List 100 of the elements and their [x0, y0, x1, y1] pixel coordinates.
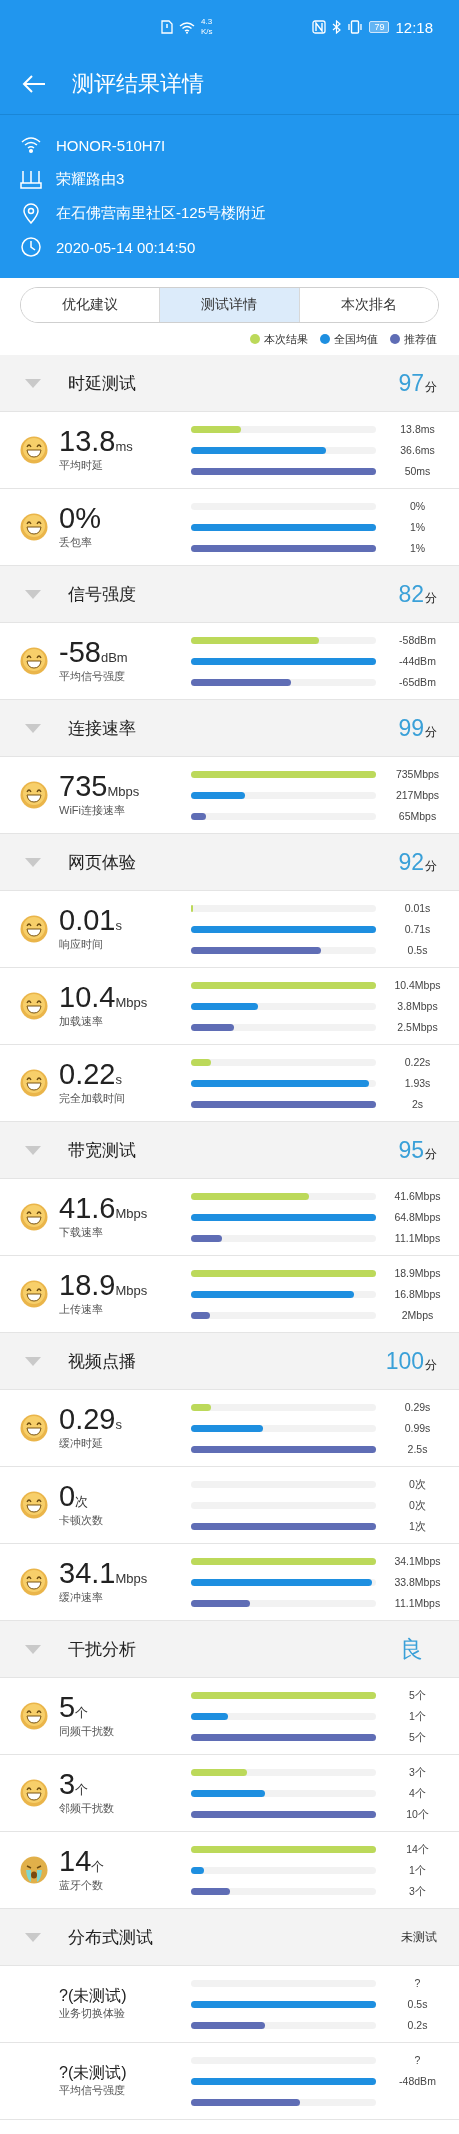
- metric-value: 735: [59, 772, 108, 801]
- back-button[interactable]: [22, 74, 46, 94]
- info-text: 2020-05-14 00:14:50: [56, 238, 196, 256]
- bar-reading: 50ms: [404, 463, 431, 479]
- metric-value: 3: [59, 1770, 76, 1799]
- bar-reading: 11.1Mbps: [394, 1230, 441, 1246]
- clock-icon: [20, 236, 42, 258]
- collapse-triangle-icon[interactable]: [25, 1356, 41, 1366]
- bar-reading: 5个: [409, 1729, 426, 1745]
- bar-reading: 18.9Mbps: [394, 1265, 441, 1281]
- bar-reading: -65dBm: [399, 674, 436, 690]
- metric-unit: Mbps: [115, 1283, 148, 1298]
- bar-reading: 0%: [409, 498, 426, 514]
- tab[interactable]: 测试详情: [159, 288, 299, 322]
- metric-label: 响应时间: [59, 937, 104, 952]
- metric-label: WiFi连接速率: [59, 803, 126, 818]
- bar-reading: 735Mbps: [395, 766, 440, 782]
- metric-value: ?(未测试): [59, 2064, 127, 2081]
- legend-label: 全国均值: [334, 331, 378, 347]
- section-header[interactable]: 分布式测试 未测试: [0, 1909, 459, 1966]
- section-header[interactable]: 带宽测试 95分: [0, 1122, 459, 1179]
- bar-reading: ?: [414, 1975, 421, 1991]
- grinning-face-icon: [20, 992, 48, 1020]
- grinning-face-icon: [20, 915, 48, 943]
- bar-reading: 10个: [406, 1806, 429, 1822]
- metric-value: 0.29: [59, 1405, 116, 1434]
- section-score: 未测试: [401, 1928, 437, 1946]
- metric-unit: 次: [75, 1494, 89, 1511]
- bar-reading: 0次: [409, 1476, 426, 1492]
- metric-unit: dBm: [100, 650, 128, 665]
- metric-label: 蓝牙个数: [59, 1878, 104, 1893]
- metric-unit: s: [115, 1072, 122, 1087]
- bar-reading: 65Mbps: [398, 808, 437, 824]
- metric-value: 14: [59, 1847, 92, 1876]
- section-header[interactable]: 连接速率 99分: [0, 700, 459, 757]
- collapse-triangle-icon[interactable]: [25, 1145, 41, 1155]
- metric-label: 业务切换体验: [59, 2005, 126, 2021]
- score-unit: 分: [425, 723, 437, 741]
- bar-reading: 0.71s: [404, 921, 431, 937]
- bar-reading: 217Mbps: [395, 787, 440, 803]
- legend-label: 推荐值: [404, 331, 437, 347]
- section-title: 干扰分析: [68, 1638, 137, 1661]
- grinning-face-icon: [20, 1491, 48, 1519]
- section-title: 视频点播: [68, 1350, 137, 1373]
- metric-value: 13.8: [59, 427, 116, 456]
- section-header[interactable]: 网页体验 92分: [0, 834, 459, 891]
- info-text: 在石佛营南里社区-125号楼附近: [56, 203, 267, 223]
- bar-reading: 1个: [409, 1708, 426, 1724]
- metric-value: 18.9: [59, 1271, 116, 1300]
- metric-unit: Mbps: [107, 784, 140, 799]
- bar-reading: 14个: [406, 1841, 429, 1857]
- section-score: 92: [398, 848, 424, 876]
- section-header[interactable]: 时延测试 97分: [0, 355, 459, 412]
- metric-value: 34.1: [59, 1559, 116, 1588]
- crying-face-icon: [20, 1856, 48, 1884]
- section-title: 信号强度: [68, 583, 137, 606]
- page-title: 测评结果详情: [72, 70, 204, 98]
- bar-reading: 5个: [409, 1687, 426, 1703]
- bar-reading: 36.6ms: [400, 442, 435, 458]
- metric-label: 上传速率: [59, 1302, 104, 1317]
- bar-reading: 34.1Mbps: [394, 1553, 441, 1569]
- metric-label: 缓冲时延: [59, 1436, 104, 1451]
- grinning-face-icon: [20, 1069, 48, 1097]
- section-title: 时延测试: [68, 372, 137, 395]
- collapse-triangle-icon[interactable]: [25, 857, 41, 867]
- section-header[interactable]: 信号强度 82分: [0, 566, 459, 623]
- bar-reading: -44dBm: [399, 653, 436, 669]
- section-header[interactable]: 干扰分析 良: [0, 1621, 459, 1678]
- network-speed: 4.3: [201, 17, 213, 27]
- wifi-icon: [178, 20, 195, 34]
- metric-unit: 个: [75, 1705, 89, 1722]
- bar-reading: -58dBm: [399, 632, 436, 648]
- grinning-face-icon: [20, 1203, 48, 1231]
- collapse-triangle-icon[interactable]: [25, 723, 41, 733]
- grinning-face-icon: [20, 1779, 48, 1807]
- collapse-triangle-icon[interactable]: [25, 1932, 41, 1942]
- clock-time: 12:18: [395, 18, 433, 36]
- metric-label: 加载速率: [59, 1014, 104, 1029]
- metric-value: -58: [59, 638, 101, 667]
- section-title: 连接速率: [68, 717, 137, 740]
- metric-value: 0%: [59, 504, 101, 533]
- metric-label: 卡顿次数: [59, 1513, 104, 1528]
- collapse-triangle-icon[interactable]: [25, 378, 41, 388]
- bar-reading: 2.5s: [407, 1441, 428, 1457]
- bar-reading: 41.6Mbps: [394, 1188, 441, 1204]
- grinning-face-icon: [20, 1280, 48, 1308]
- metric-label: 下载速率: [59, 1225, 104, 1240]
- grinning-face-icon: [20, 1568, 48, 1596]
- section-score: 82: [398, 580, 424, 608]
- bar-reading: 1%: [409, 519, 426, 535]
- metric-value: 0.01: [59, 906, 116, 935]
- tab[interactable]: 本次排名: [298, 288, 438, 322]
- collapse-triangle-icon[interactable]: [25, 589, 41, 599]
- collapse-triangle-icon[interactable]: [25, 1644, 41, 1654]
- bar-reading: 1.93s: [404, 1075, 431, 1091]
- metric-value: ?(未测试): [59, 1987, 127, 2004]
- bar-reading: 10.4Mbps: [394, 977, 441, 993]
- score-unit: 分: [425, 1356, 437, 1374]
- section-header[interactable]: 视频点播 100分: [0, 1333, 459, 1390]
- section-title: 分布式测试: [68, 1926, 154, 1949]
